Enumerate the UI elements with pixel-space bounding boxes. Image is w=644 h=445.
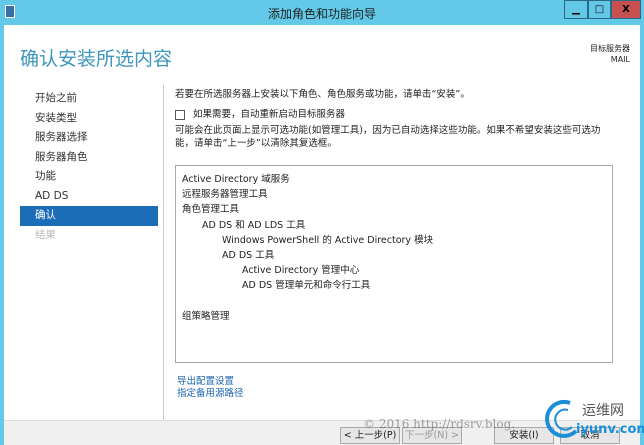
- nav-item[interactable]: AD DS: [20, 187, 158, 207]
- nav-item[interactable]: 功能: [20, 167, 158, 187]
- selection-item: AD DS 管理单元和命令行工具: [242, 280, 371, 292]
- title-bar: 添加角色和功能向导 ▁ □ X: [0, 0, 644, 25]
- wizard-body: 确认安装所选内容 目标服务器 MAIL 开始之前 安装类型 服务器选择 服务器角色 功能…: [4, 25, 640, 420]
- logo-text: 运维网: [582, 403, 624, 419]
- selection-item: Active Directory 管理中心: [242, 265, 360, 277]
- selection-item: AD DS 工具: [222, 249, 275, 261]
- divider: [163, 85, 164, 420]
- restart-option[interactable]: 如果需要，自动重新启动目标服务器: [175, 108, 625, 121]
- selection-item: AD DS 和 AD LDS 工具: [202, 219, 306, 231]
- selection-item: 组策略管理: [182, 310, 230, 322]
- main-content: 若要在所选服务器上安装以下角色、角色服务或功能，请单击“安装”。 如果需要，自动…: [175, 88, 625, 150]
- nav-item[interactable]: 服务器角色: [20, 148, 158, 168]
- watermark: © 2016 http://rdsrv.blog.: [363, 417, 516, 431]
- note-text: 可能会在此页面上显示可选功能(如管理工具)，因为已自动选择这些功能。如果不希望安…: [175, 125, 601, 149]
- wizard-nav: 开始之前 安装类型 服务器选择 服务器角色 功能 AD DS 确认结果: [20, 89, 158, 245]
- selection-item: [182, 294, 606, 309]
- nav-item[interactable]: 安装类型: [20, 109, 158, 129]
- links: 导出配置设置 指定备用源路径: [177, 376, 244, 400]
- window-title: 添加角色和功能向导: [267, 7, 376, 21]
- close-button[interactable]: X: [611, 0, 641, 19]
- selection-item: Windows PowerShell 的 Active Directory 模块: [222, 234, 434, 246]
- intro-text: 若要在所选服务器上安装以下角色、角色服务或功能，请单击“安装”。: [175, 89, 470, 100]
- restart-label: 如果需要，自动重新启动目标服务器: [193, 109, 346, 120]
- minimize-button[interactable]: ▁: [564, 0, 588, 19]
- selection-item: 远程服务器管理工具: [182, 189, 268, 201]
- target-server-label: 目标服务器: [590, 44, 630, 53]
- selection-list[interactable]: Active Directory 域服务 远程服务器管理工具 角色管理工具 AD DS…: [175, 165, 613, 363]
- page-title: 确认安装所选内容: [20, 48, 173, 70]
- selection-item: Active Directory 域服务: [182, 174, 290, 185]
- selection-item: 角色管理工具: [182, 204, 240, 216]
- logo-domain: iyunv.com: [576, 422, 644, 437]
- alt-source-link[interactable]: 指定备用源路径: [177, 388, 244, 400]
- maximize-button[interactable]: □: [588, 0, 611, 19]
- site-logo: 运维网 iyunv.com: [540, 397, 644, 442]
- target-server: 目标服务器 MAIL: [590, 43, 630, 65]
- nav-item[interactable]: 开始之前: [20, 89, 158, 109]
- nav-item[interactable]: 确认: [20, 206, 158, 226]
- logo-swirl-icon: [545, 399, 578, 438]
- restart-checkbox[interactable]: [175, 109, 185, 120]
- target-server-value: MAIL: [610, 55, 630, 64]
- nav-item[interactable]: 服务器选择: [20, 128, 158, 148]
- nav-item: 结果: [35, 228, 56, 241]
- export-config-link[interactable]: 导出配置设置: [177, 376, 244, 388]
